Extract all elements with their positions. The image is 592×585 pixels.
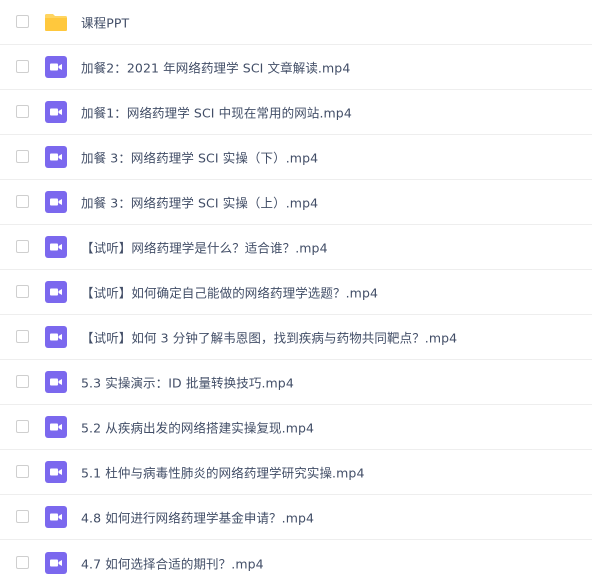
file-name[interactable]: 5.1 杜仲与病毒性肺炎的网络药理学研究实操.mp4 <box>81 463 365 482</box>
video-icon <box>44 190 68 214</box>
file-name[interactable]: 【试听】如何 3 分钟了解韦恩图，找到疾病与药物共同靶点？.mp4 <box>81 328 457 347</box>
row-checkbox[interactable] <box>16 240 29 253</box>
file-name[interactable]: 加餐1：网络药理学 SCI 中现在常用的网站.mp4 <box>81 103 352 122</box>
row-checkbox[interactable] <box>16 510 29 523</box>
file-name[interactable]: 课程PPT <box>81 13 129 32</box>
folder-icon <box>44 10 68 34</box>
video-icon <box>44 415 68 439</box>
file-name[interactable]: 加餐 3：网络药理学 SCI 实操（上）.mp4 <box>81 193 318 212</box>
row-checkbox[interactable] <box>16 150 29 163</box>
video-icon <box>44 505 68 529</box>
file-row-video[interactable]: 加餐 3：网络药理学 SCI 实操（上）.mp4 <box>0 180 592 225</box>
file-name[interactable]: 4.7 如何选择合适的期刊？.mp4 <box>81 553 264 572</box>
file-row-video[interactable]: 4.8 如何进行网络药理学基金申请？.mp4 <box>0 495 592 540</box>
file-row-video[interactable]: 5.2 从疾病出发的网络搭建实操复现.mp4 <box>0 405 592 450</box>
file-row-video[interactable]: 4.7 如何选择合适的期刊？.mp4 <box>0 540 592 585</box>
row-checkbox[interactable] <box>16 195 29 208</box>
row-checkbox[interactable] <box>16 420 29 433</box>
row-checkbox[interactable] <box>16 105 29 118</box>
file-name[interactable]: 【试听】网络药理学是什么？适合谁？.mp4 <box>81 238 328 257</box>
file-row-folder[interactable]: 课程PPT <box>0 0 592 45</box>
row-checkbox[interactable] <box>16 555 29 569</box>
file-row-video[interactable]: 5.3 实操演示：ID 批量转换技巧.mp4 <box>0 360 592 405</box>
video-icon <box>44 551 68 575</box>
video-icon <box>44 145 68 169</box>
row-checkbox[interactable] <box>16 285 29 298</box>
file-row-video[interactable]: 【试听】如何确定自己能做的网络药理学选题？.mp4 <box>0 270 592 315</box>
file-name[interactable]: 4.8 如何进行网络药理学基金申请？.mp4 <box>81 508 314 527</box>
file-name[interactable]: 【试听】如何确定自己能做的网络药理学选题？.mp4 <box>81 283 378 302</box>
row-checkbox[interactable] <box>16 60 29 73</box>
video-icon <box>44 325 68 349</box>
video-icon <box>44 280 68 304</box>
file-name[interactable]: 5.2 从疾病出发的网络搭建实操复现.mp4 <box>81 418 314 437</box>
row-checkbox[interactable] <box>16 330 29 343</box>
file-row-video[interactable]: 【试听】如何 3 分钟了解韦恩图，找到疾病与药物共同靶点？.mp4 <box>0 315 592 360</box>
file-row-video[interactable]: 加餐1：网络药理学 SCI 中现在常用的网站.mp4 <box>0 90 592 135</box>
row-checkbox[interactable] <box>16 15 29 28</box>
file-row-video[interactable]: 加餐2：2021 年网络药理学 SCI 文章解读.mp4 <box>0 45 592 90</box>
file-name[interactable]: 加餐2：2021 年网络药理学 SCI 文章解读.mp4 <box>81 58 350 77</box>
video-icon <box>44 460 68 484</box>
file-list: 课程PPT 加餐2：2021 年网络药理学 SCI 文章解读.mp4 加餐1：网… <box>0 0 592 583</box>
file-name[interactable]: 加餐 3：网络药理学 SCI 实操（下）.mp4 <box>81 148 318 167</box>
file-name[interactable]: 5.3 实操演示：ID 批量转换技巧.mp4 <box>81 373 294 392</box>
file-row-video[interactable]: 加餐 3：网络药理学 SCI 实操（下）.mp4 <box>0 135 592 180</box>
video-icon <box>44 55 68 79</box>
row-checkbox[interactable] <box>16 465 29 478</box>
video-icon <box>44 370 68 394</box>
video-icon <box>44 235 68 259</box>
file-row-video[interactable]: 【试听】网络药理学是什么？适合谁？.mp4 <box>0 225 592 270</box>
row-checkbox[interactable] <box>16 375 29 388</box>
video-icon <box>44 100 68 124</box>
file-row-video[interactable]: 5.1 杜仲与病毒性肺炎的网络药理学研究实操.mp4 <box>0 450 592 495</box>
